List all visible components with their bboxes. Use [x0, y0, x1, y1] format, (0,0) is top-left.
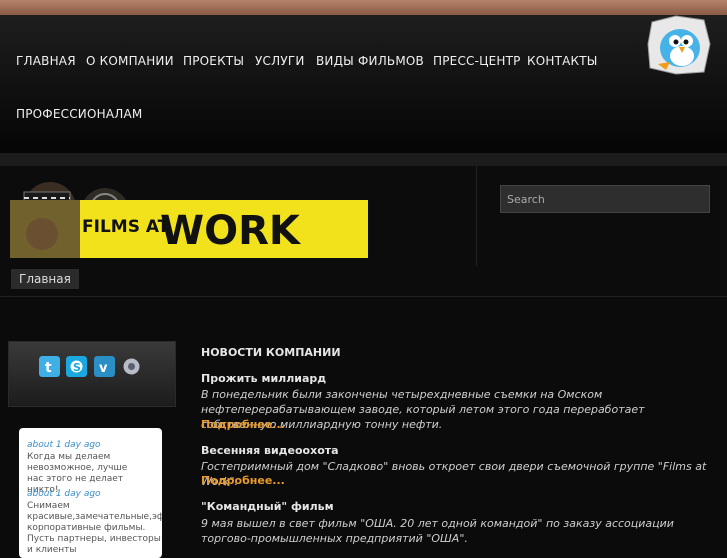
- nav-item-about[interactable]: О КОМПАНИИ: [86, 54, 174, 68]
- top-accent-bar: [0, 0, 727, 15]
- svg-text:t: t: [45, 360, 52, 376]
- nav-item-press[interactable]: ПРЕСС-ЦЕНТР: [433, 54, 521, 68]
- svg-text:v: v: [99, 361, 108, 376]
- settings-icon[interactable]: [121, 356, 142, 377]
- logo-text-work: WORK: [160, 208, 302, 254]
- breadcrumb-home[interactable]: Главная: [11, 269, 79, 289]
- tweets-widget: about 1 day ago Когда мы делаем невозмож…: [19, 428, 162, 558]
- twitter-bird-icon[interactable]: [646, 14, 712, 76]
- read-more-link[interactable]: Подробнее...: [201, 474, 285, 487]
- read-more-link[interactable]: Подробнее...: [201, 418, 285, 431]
- nav-item-home[interactable]: ГЛАВНАЯ: [16, 54, 76, 68]
- news-item-title[interactable]: Прожить миллиард: [201, 372, 326, 385]
- news-item-title[interactable]: Весенняя видеоохота: [201, 444, 339, 457]
- nav-item-professionals[interactable]: ПРОФЕССИОНАЛАМ: [16, 107, 142, 121]
- tweet-time[interactable]: about 1 day ago: [27, 440, 101, 450]
- main-navigation: ГЛАВНАЯ О КОМПАНИИ ПРОЕКТЫ УСЛУГИ ВИДЫ Ф…: [0, 15, 727, 153]
- nav-item-contacts[interactable]: КОНТАКТЫ: [527, 54, 598, 68]
- nav-item-services[interactable]: УСЛУГИ: [255, 54, 305, 68]
- divider-band: [0, 153, 727, 166]
- vimeo-icon[interactable]: v: [94, 356, 115, 377]
- skype-icon[interactable]: S: [66, 356, 87, 377]
- nav-item-projects[interactable]: ПРОЕКТЫ: [183, 54, 244, 68]
- logo-text-films-at: FILMS AT: [82, 217, 170, 237]
- news-section-title: НОВОСТИ КОМПАНИИ: [201, 346, 341, 359]
- tweet-time[interactable]: about 1 day ago: [27, 489, 101, 499]
- svg-text:S: S: [73, 361, 81, 374]
- twitter-icon[interactable]: t: [39, 356, 60, 377]
- films-at-work-logo[interactable]: FILMS AT WORK: [10, 178, 370, 264]
- news-item-body: 9 мая вышел в свет фильм "ОША. 20 лет од…: [201, 517, 674, 545]
- breadcrumb-bar: [0, 266, 727, 297]
- nav-item-film-types[interactable]: ВИДЫ ФИЛЬМОВ: [316, 54, 424, 68]
- news-item-title[interactable]: "Командный" фильм: [201, 500, 334, 513]
- search-input[interactable]: [500, 185, 710, 213]
- social-links-panel: t S v: [8, 341, 176, 407]
- header-divider: [476, 166, 477, 266]
- tweet-text: Снимаем красивые,замечательные,эфф корпо…: [27, 501, 162, 555]
